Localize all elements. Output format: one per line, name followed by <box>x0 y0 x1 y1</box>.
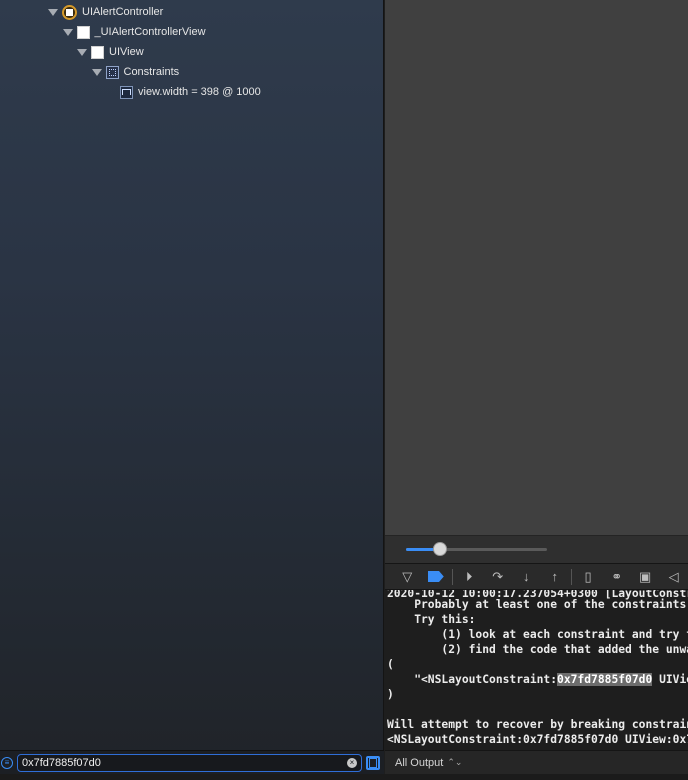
output-selector[interactable]: All Output <box>395 757 443 769</box>
step-into-icon[interactable]: ↓ <box>512 567 541 587</box>
clear-icon[interactable]: × <box>347 757 357 768</box>
debug-toolbar: ▽ ⏵ ↷ ↓ ↑ ▯ ⚭ ▣ ◁ <box>385 563 688 590</box>
console-line: "<NSLayoutConstraint:0x7fd7885f07d0 UIVi… <box>387 672 688 687</box>
console-text: "<NSLayoutConstraint: <box>387 673 558 686</box>
search-highlight: 0x7fd7885f07d0 <box>557 673 653 686</box>
disclosure-triangle-icon[interactable] <box>62 28 73 36</box>
console-line: Probably at least one of the constraints… <box>414 598 687 611</box>
show-only-displayed-views-icon[interactable] <box>366 755 380 770</box>
zoom-bar <box>385 535 688 563</box>
continue-icon[interactable]: ⏵ <box>455 567 484 587</box>
tree-row-label: Constraints <box>123 66 180 78</box>
disclosure-triangle-icon[interactable] <box>91 68 102 76</box>
console-line: Will attempt to recover by breaking cons… <box>387 718 688 731</box>
view-debugger-icon[interactable]: ▯ <box>574 567 603 587</box>
step-over-icon[interactable]: ↷ <box>483 567 512 587</box>
breakpoints-toggle-icon[interactable] <box>422 567 451 587</box>
tree-row[interactable]: view.width = 398 @ 1000 <box>120 82 261 102</box>
constraint-icon <box>120 85 133 99</box>
filter-input-value: 0x7fd7885f07d0 <box>22 756 101 769</box>
view-icon <box>76 25 90 39</box>
tree-row[interactable]: _UIAlertControllerView <box>62 22 206 42</box>
filter-input[interactable]: 0x7fd7885f07d0 × <box>17 753 362 772</box>
toolbar-separator <box>452 568 453 585</box>
tree-row-label: UIAlertController <box>82 6 164 18</box>
console-line: ) <box>387 688 394 701</box>
console-footer: All Output ⌃⌄ <box>385 750 688 774</box>
console-line: (1) look at each constraint and try to f… <box>441 628 688 641</box>
zoom-slider-knob[interactable] <box>432 542 447 556</box>
disclosure-triangle-icon[interactable] <box>48 8 58 16</box>
console-line: Try this: <box>387 613 476 626</box>
view-debugger-canvas[interactable] <box>385 0 688 535</box>
environment-overrides-icon[interactable]: ▣ <box>631 567 660 587</box>
chevron-updown-icon[interactable]: ⌃⌄ <box>447 757 462 768</box>
tree-row[interactable]: UIAlertController <box>48 2 163 22</box>
memory-graph-icon[interactable]: ⚭ <box>602 567 631 587</box>
console-text: UIView:0x7fd7885f0a10.width == 398 (acti… <box>659 673 688 686</box>
console-line: (2) find the code that added the unwante… <box>441 643 688 656</box>
tree-row-label: _UIAlertControllerView <box>94 26 206 38</box>
tree-row-label: UIView <box>109 46 144 58</box>
breakpoint-shape <box>427 571 444 582</box>
filter-icon[interactable]: ≡ <box>1 756 13 769</box>
console-output[interactable]: 2020-10-12 10:00:17.237054+0300 [LayoutC… <box>385 590 688 750</box>
zoom-slider-track[interactable] <box>406 548 547 551</box>
step-out-icon[interactable]: ↑ <box>540 567 569 587</box>
tree-row[interactable]: UIView <box>77 42 144 62</box>
disclosure-triangle-icon[interactable] <box>77 48 87 56</box>
console-line: <NSLayoutConstraint:0x7fd7885f07d0 UIVie… <box>387 733 688 746</box>
simulate-location-icon[interactable]: ◁ <box>659 567 688 587</box>
view-controller-icon <box>62 4 77 20</box>
console-line: ( <box>387 658 394 671</box>
constraints-icon <box>105 65 119 79</box>
toolbar-separator <box>570 568 572 585</box>
tree-row[interactable]: Constraints <box>91 62 180 82</box>
navigator-filter-bar: ≡ 0x7fd7885f07d0 × <box>0 750 384 774</box>
view-icon <box>91 45 104 59</box>
view-hierarchy-navigator: UIAlertController _UIAlertControllerView U… <box>0 0 384 780</box>
hide-debug-area-icon[interactable]: ▽ <box>393 567 422 587</box>
bottom-edge <box>0 774 688 780</box>
tree-row-label: view.width = 398 @ 1000 <box>138 86 261 98</box>
